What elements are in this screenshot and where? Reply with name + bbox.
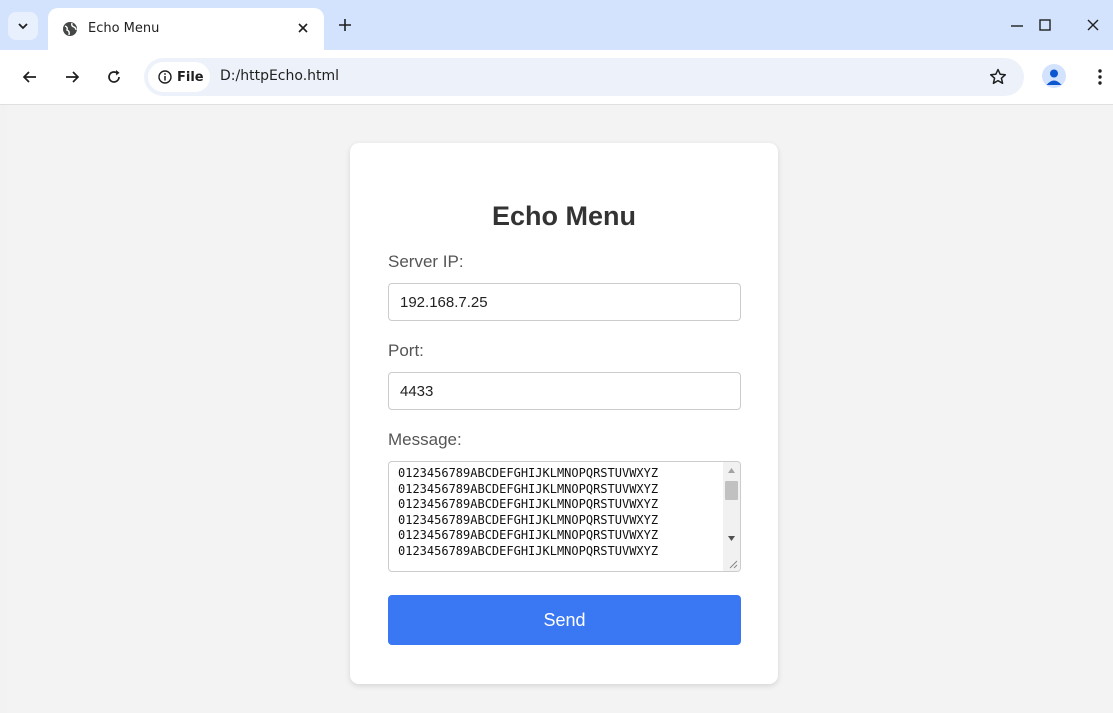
profile-button[interactable] — [1042, 64, 1066, 88]
url-text[interactable]: D:/httpEcho.html — [220, 68, 339, 84]
scroll-up-icon[interactable] — [727, 466, 736, 475]
echo-form-card: Echo Menu Server IP: Port: Message: 0123… — [350, 143, 778, 684]
forward-icon[interactable] — [62, 67, 82, 87]
minimize-icon[interactable] — [1008, 16, 1026, 34]
page-title: Echo Menu — [491, 201, 636, 231]
server-ip-input[interactable] — [388, 283, 741, 321]
message-label: Message: — [388, 430, 462, 449]
tab-search-icon — [18, 23, 28, 30]
address-bar[interactable]: File D:/httpEcho.html — [144, 58, 1024, 96]
tab-search-button[interactable] — [8, 12, 38, 40]
back-icon[interactable] — [20, 67, 40, 87]
window-close-icon[interactable] — [1084, 16, 1102, 34]
plus-icon[interactable] — [336, 16, 354, 34]
browser-window: Echo Menu File D:/httpEcho.html Echo Men… — [0, 0, 1113, 713]
server-ip-label: Server IP: — [388, 252, 464, 271]
profile-icon — [1046, 69, 1062, 85]
tab-echo-menu[interactable]: Echo Menu — [48, 8, 324, 50]
message-text[interactable]: 0123456789ABCDEFGHIJKLMNOPQRSTUVWXYZ 012… — [398, 466, 658, 559]
browser-toolbar: File D:/httpEcho.html — [0, 50, 1113, 105]
more-icon[interactable] — [1090, 67, 1110, 87]
port-input[interactable] — [388, 372, 741, 410]
info-icon — [158, 70, 172, 84]
globe-icon — [63, 22, 77, 36]
port-label: Port: — [388, 341, 424, 360]
reload-icon[interactable] — [104, 67, 124, 87]
close-icon[interactable] — [296, 21, 310, 35]
page-viewport: Echo Menu Server IP: Port: Message: 0123… — [7, 105, 1113, 713]
message-textarea[interactable]: 0123456789ABCDEFGHIJKLMNOPQRSTUVWXYZ 012… — [388, 461, 741, 572]
scroll-thumb[interactable] — [725, 481, 738, 500]
tab-strip: Echo Menu — [0, 0, 1113, 50]
site-chip-label: File — [177, 69, 204, 85]
send-button[interactable]: Send — [388, 595, 741, 645]
resize-grip-icon[interactable] — [728, 559, 738, 569]
site-info-chip[interactable]: File — [148, 62, 210, 92]
maximize-icon[interactable] — [1036, 16, 1054, 34]
message-scrollbar[interactable] — [723, 462, 740, 571]
scroll-down-icon[interactable] — [727, 534, 736, 543]
star-icon[interactable] — [988, 67, 1008, 87]
tab-title: Echo Menu — [88, 21, 160, 36]
